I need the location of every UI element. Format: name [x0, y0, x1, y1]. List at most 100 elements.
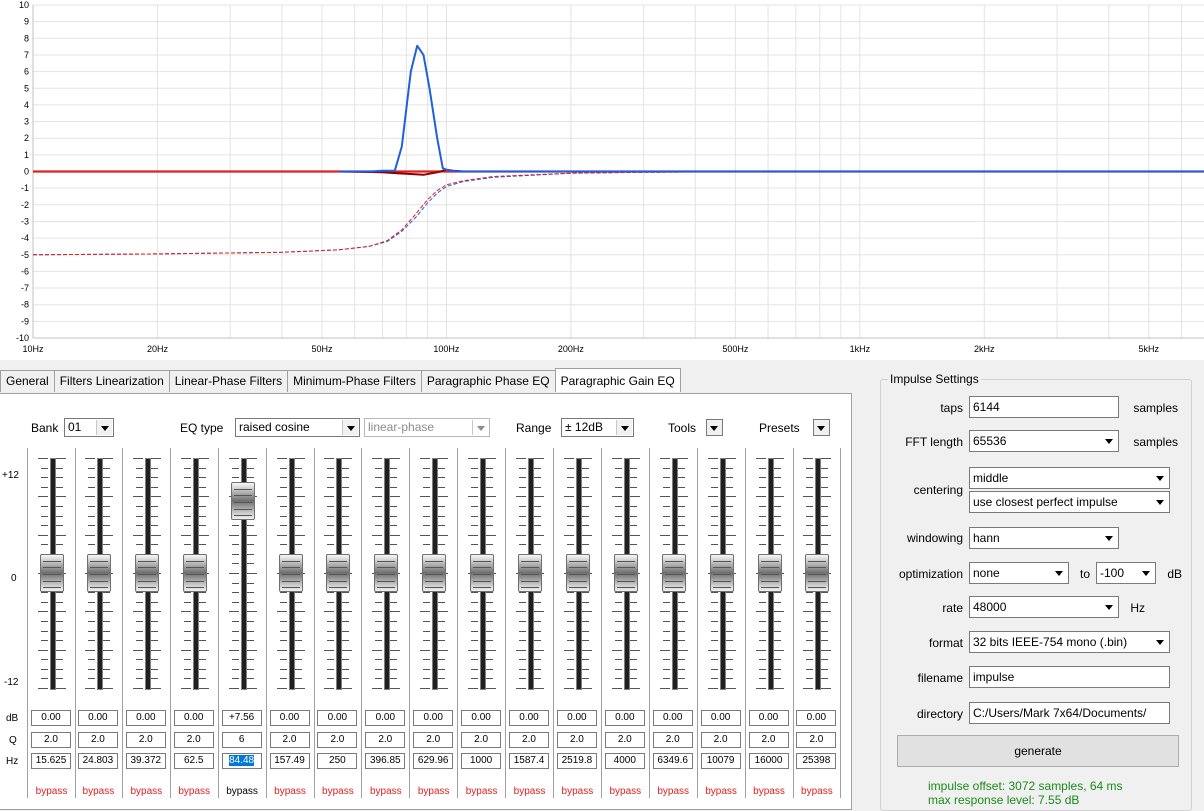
- band-q-field[interactable]: 2.0: [125, 732, 166, 748]
- bank-select[interactable]: 01: [64, 418, 114, 437]
- band-db-field[interactable]: 0.00: [77, 710, 118, 726]
- gain-slider-knob[interactable]: [134, 554, 159, 592]
- band-q-field[interactable]: 2.0: [700, 732, 741, 748]
- tools-dropdown-button[interactable]: [706, 419, 723, 436]
- band-q-field[interactable]: 2.0: [413, 732, 454, 748]
- band-db-field[interactable]: 0.00: [365, 710, 406, 726]
- band-db-field[interactable]: +7.56: [221, 710, 262, 726]
- bypass-toggle[interactable]: bypass: [410, 786, 457, 797]
- gain-slider-knob[interactable]: [86, 554, 111, 592]
- taps-input[interactable]: 6144: [969, 396, 1119, 418]
- band-q-field[interactable]: 2.0: [317, 732, 358, 748]
- band-hz-field[interactable]: 62.5: [173, 753, 214, 769]
- band-q-field[interactable]: 6: [221, 732, 262, 748]
- gain-slider-knob[interactable]: [518, 554, 542, 592]
- band-hz-field[interactable]: 6349.6: [652, 753, 693, 769]
- band-db-field[interactable]: 0.00: [413, 710, 454, 726]
- band-db-field[interactable]: 0.00: [125, 710, 166, 726]
- band-db-field[interactable]: 0.00: [509, 710, 549, 726]
- rate-select[interactable]: 48000: [969, 596, 1119, 618]
- bypass-toggle[interactable]: bypass: [506, 786, 553, 797]
- bypass-toggle[interactable]: bypass: [123, 786, 170, 797]
- tab-paragraphic-phase-eq[interactable]: Paragraphic Phase EQ: [420, 370, 556, 392]
- centering-select[interactable]: middle: [969, 467, 1170, 489]
- band-q-field[interactable]: 2.0: [604, 732, 645, 748]
- bypass-toggle[interactable]: bypass: [267, 786, 314, 797]
- bypass-toggle[interactable]: bypass: [219, 786, 266, 797]
- centering-mode-select[interactable]: use closest perfect impulse: [969, 491, 1170, 513]
- band-db-field[interactable]: 0.00: [556, 710, 597, 726]
- bypass-toggle[interactable]: bypass: [698, 786, 745, 797]
- band-db-field[interactable]: 0.00: [796, 710, 837, 726]
- band-db-field[interactable]: 0.00: [173, 710, 214, 726]
- gain-slider-knob[interactable]: [326, 554, 351, 592]
- band-q-field[interactable]: 2.0: [31, 732, 71, 748]
- bypass-toggle[interactable]: bypass: [28, 786, 75, 797]
- band-hz-field[interactable]: 24.803: [77, 753, 118, 769]
- band-db-field[interactable]: 0.00: [317, 710, 358, 726]
- bypass-toggle[interactable]: bypass: [314, 786, 361, 797]
- bypass-toggle[interactable]: bypass: [75, 786, 122, 797]
- band-db-field[interactable]: 0.00: [748, 710, 789, 726]
- gain-slider-knob[interactable]: [40, 554, 64, 592]
- band-q-field[interactable]: 2.0: [748, 732, 789, 748]
- tab-linear-phase-filters[interactable]: Linear-Phase Filters: [168, 370, 289, 392]
- bypass-toggle[interactable]: bypass: [554, 786, 601, 797]
- band-db-field[interactable]: 0.00: [31, 710, 71, 726]
- filename-input[interactable]: impulse: [969, 666, 1170, 688]
- bypass-toggle[interactable]: bypass: [602, 786, 649, 797]
- band-q-field[interactable]: 2.0: [509, 732, 549, 748]
- gain-slider-knob[interactable]: [805, 554, 830, 592]
- optimization-select[interactable]: none: [969, 562, 1069, 584]
- eqtype-select[interactable]: raised cosine: [235, 418, 360, 437]
- directory-input[interactable]: C:/Users/Mark 7x64/Documents/: [969, 702, 1170, 724]
- band-hz-field[interactable]: 39.372: [125, 753, 166, 769]
- tab-paragraphic-gain-eq[interactable]: Paragraphic Gain EQ: [554, 368, 681, 392]
- generate-button[interactable]: generate: [897, 735, 1179, 767]
- windowing-select[interactable]: hann: [969, 527, 1119, 549]
- gain-slider-knob[interactable]: [374, 554, 399, 592]
- band-hz-field[interactable]: 396.85: [365, 753, 406, 769]
- tab-general[interactable]: General: [0, 370, 55, 392]
- band-hz-field[interactable]: 15.625: [31, 753, 71, 769]
- bypass-toggle[interactable]: bypass: [746, 786, 793, 797]
- bypass-toggle[interactable]: bypass: [362, 786, 409, 797]
- gain-slider-knob[interactable]: [709, 554, 734, 592]
- fft-length-select[interactable]: 65536: [969, 430, 1119, 452]
- tab-filters-linearization[interactable]: Filters Linearization: [53, 370, 170, 392]
- band-q-field[interactable]: 2.0: [461, 732, 502, 748]
- range-select[interactable]: ± 12dB: [561, 418, 634, 437]
- band-hz-field[interactable]: 157.49: [269, 753, 310, 769]
- optimization-db-select[interactable]: -100: [1096, 562, 1156, 584]
- band-q-field[interactable]: 2.0: [173, 732, 214, 748]
- band-hz-field[interactable]: 4000: [604, 753, 645, 769]
- gain-slider-knob[interactable]: [470, 554, 495, 592]
- bypass-toggle[interactable]: bypass: [650, 786, 697, 797]
- band-db-field[interactable]: 0.00: [604, 710, 645, 726]
- gain-slider-knob[interactable]: [661, 554, 686, 592]
- band-db-field[interactable]: 0.00: [269, 710, 310, 726]
- band-hz-field[interactable]: 629.96: [413, 753, 454, 769]
- gain-slider-knob[interactable]: [565, 554, 590, 592]
- band-hz-field[interactable]: 2519.8: [556, 753, 597, 769]
- gain-slider-knob[interactable]: [278, 554, 303, 592]
- tab-minimum-phase-filters[interactable]: Minimum-Phase Filters: [287, 370, 422, 392]
- band-q-field[interactable]: 2.0: [365, 732, 406, 748]
- gain-slider-knob[interactable]: [230, 481, 255, 520]
- band-hz-field[interactable]: 1000: [461, 753, 502, 769]
- band-db-field[interactable]: 0.00: [461, 710, 502, 726]
- band-db-field[interactable]: 0.00: [700, 710, 741, 726]
- presets-dropdown-button[interactable]: [813, 419, 830, 436]
- bypass-toggle[interactable]: bypass: [793, 786, 840, 797]
- gain-slider-knob[interactable]: [182, 554, 207, 592]
- band-hz-field[interactable]: 25398: [796, 753, 837, 769]
- band-q-field[interactable]: 2.0: [796, 732, 837, 748]
- band-q-field[interactable]: 2.0: [77, 732, 118, 748]
- band-db-field[interactable]: 0.00: [652, 710, 693, 726]
- band-q-field[interactable]: 2.0: [556, 732, 597, 748]
- band-q-field[interactable]: 2.0: [269, 732, 310, 748]
- band-hz-field[interactable]: 10079: [700, 753, 741, 769]
- band-hz-field[interactable]: 1587.4: [509, 753, 549, 769]
- bypass-toggle[interactable]: bypass: [458, 786, 505, 797]
- band-hz-field[interactable]: 84.48: [221, 753, 262, 769]
